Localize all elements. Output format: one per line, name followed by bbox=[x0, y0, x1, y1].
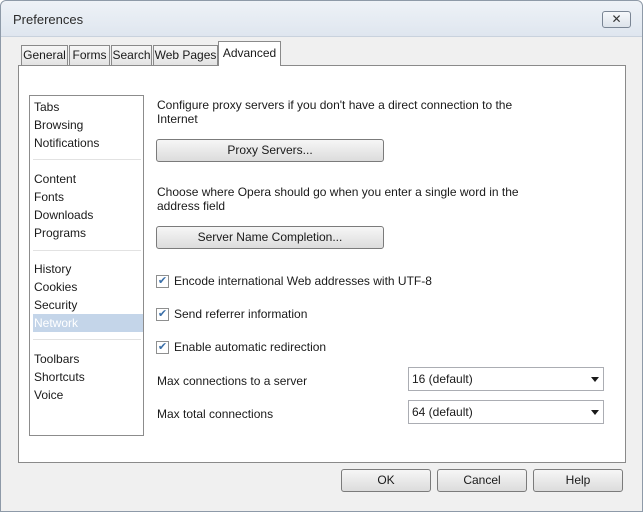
checkmark-icon: ✔ bbox=[157, 275, 168, 287]
auto-redirection-checkbox-label[interactable]: Enable automatic redirection bbox=[174, 340, 326, 354]
tab-web-pages[interactable]: Web Pages bbox=[153, 45, 218, 65]
chevron-down-icon bbox=[591, 377, 599, 382]
tab-forms[interactable]: Forms bbox=[69, 45, 110, 65]
max-connections-server-label: Max connections to a server bbox=[157, 374, 308, 388]
preferences-dialog: Preferences ✕ General Forms Search Web P… bbox=[0, 0, 643, 512]
sidebar-item-tabs[interactable]: Tabs bbox=[33, 98, 143, 116]
tab-advanced[interactable]: Advanced bbox=[218, 41, 281, 66]
utf8-checkbox-label[interactable]: Encode international Web addresses with … bbox=[174, 274, 432, 288]
sidebar-divider bbox=[33, 250, 141, 251]
sidebar-item-history[interactable]: History bbox=[33, 260, 143, 278]
sidebar-item-content[interactable]: Content bbox=[33, 170, 143, 188]
close-icon: ✕ bbox=[611, 12, 622, 26]
window-title: Preferences bbox=[13, 12, 84, 27]
help-button[interactable]: Help bbox=[533, 469, 623, 492]
checkmark-icon: ✔ bbox=[157, 341, 168, 353]
category-list: Tabs Browsing Notifications Content Font… bbox=[29, 95, 144, 436]
completion-description-line1: Choose where Opera should go when you en… bbox=[157, 185, 519, 199]
select-value: 64 (default) bbox=[412, 405, 473, 419]
sidebar-divider bbox=[33, 159, 141, 160]
sidebar-item-fonts[interactable]: Fonts bbox=[33, 188, 143, 206]
sidebar-item-voice[interactable]: Voice bbox=[33, 386, 143, 404]
sidebar-item-notifications[interactable]: Notifications bbox=[33, 134, 143, 152]
max-total-connections-label: Max total connections bbox=[157, 407, 274, 421]
chevron-down-icon bbox=[591, 410, 599, 415]
tab-general[interactable]: General bbox=[21, 45, 68, 65]
proxy-description-line1: Configure proxy servers if you don't hav… bbox=[157, 98, 513, 112]
utf8-checkbox[interactable]: ✔ bbox=[156, 275, 169, 288]
ok-button[interactable]: OK bbox=[341, 469, 431, 492]
sidebar-item-network[interactable]: Network bbox=[33, 314, 143, 332]
sidebar-item-browsing[interactable]: Browsing bbox=[33, 116, 143, 134]
cancel-button[interactable]: Cancel bbox=[437, 469, 527, 492]
sidebar-item-downloads[interactable]: Downloads bbox=[33, 206, 143, 224]
title-bar: Preferences ✕ bbox=[1, 1, 642, 37]
sidebar-item-toolbars[interactable]: Toolbars bbox=[33, 350, 143, 368]
completion-description-line2: address field bbox=[157, 199, 226, 213]
sidebar-item-cookies[interactable]: Cookies bbox=[33, 278, 143, 296]
sidebar-item-security[interactable]: Security bbox=[33, 296, 143, 314]
proxy-servers-button[interactable]: Proxy Servers... bbox=[156, 139, 384, 162]
sidebar-divider bbox=[33, 339, 141, 340]
tab-search[interactable]: Search bbox=[111, 45, 152, 65]
close-button[interactable]: ✕ bbox=[602, 11, 631, 28]
select-value: 16 (default) bbox=[412, 372, 473, 386]
server-name-completion-button[interactable]: Server Name Completion... bbox=[156, 226, 384, 249]
send-referrer-checkbox-label[interactable]: Send referrer information bbox=[174, 307, 307, 321]
max-total-connections-select[interactable]: 64 (default) bbox=[408, 400, 604, 424]
proxy-description-line2: Internet bbox=[157, 112, 198, 126]
max-connections-server-select[interactable]: 16 (default) bbox=[408, 367, 604, 391]
sidebar-item-shortcuts[interactable]: Shortcuts bbox=[33, 368, 143, 386]
send-referrer-checkbox[interactable]: ✔ bbox=[156, 308, 169, 321]
sidebar-item-programs[interactable]: Programs bbox=[33, 224, 143, 242]
checkmark-icon: ✔ bbox=[157, 308, 168, 320]
auto-redirection-checkbox[interactable]: ✔ bbox=[156, 341, 169, 354]
